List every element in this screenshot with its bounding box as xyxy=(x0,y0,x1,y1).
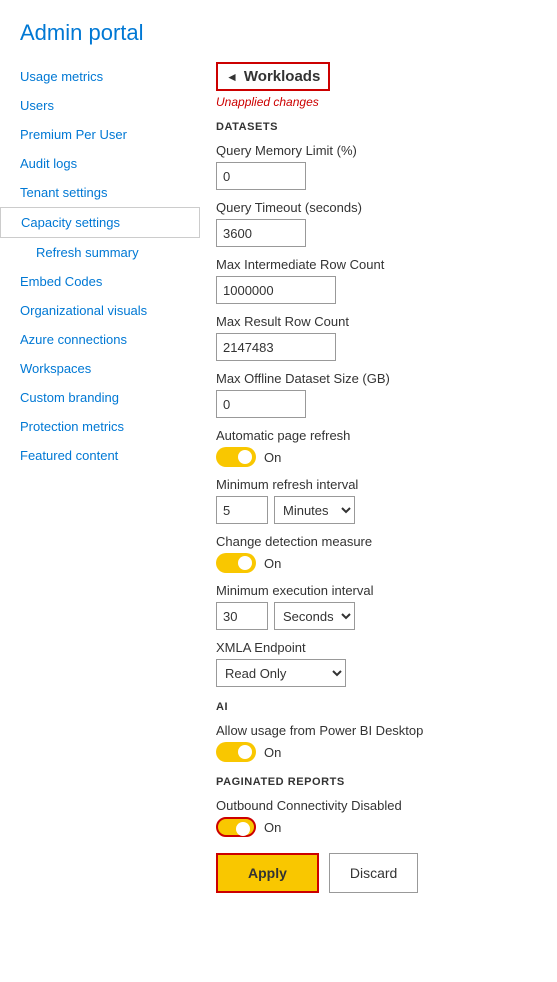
workloads-header[interactable]: ◄ Workloads xyxy=(216,62,330,91)
outbound-connectivity-toggle-row: On xyxy=(216,817,537,837)
minimum-execution-interval-row: Seconds Minutes xyxy=(216,602,537,630)
ai-section-label: AI xyxy=(216,701,537,713)
change-detection-toggle-row: On xyxy=(216,553,537,573)
sidebar-item-organizational-visuals[interactable]: Organizational visuals xyxy=(0,296,200,325)
collapse-arrow-icon: ◄ xyxy=(226,70,238,84)
query-memory-limit-label: Query Memory Limit (%) xyxy=(216,143,537,158)
sidebar-item-users[interactable]: Users xyxy=(0,91,200,120)
max-result-row-input[interactable] xyxy=(216,333,336,361)
query-timeout-label: Query Timeout (seconds) xyxy=(216,200,537,215)
max-offline-dataset-input[interactable] xyxy=(216,390,306,418)
sidebar-item-custom-branding[interactable]: Custom branding xyxy=(0,383,200,412)
automatic-page-refresh-toggle-label: On xyxy=(264,450,281,465)
ai-toggle-row: On xyxy=(216,742,537,762)
outbound-connectivity-toggle-label: On xyxy=(264,820,281,835)
apply-button[interactable]: Apply xyxy=(216,853,319,893)
outbound-connectivity-label: Outbound Connectivity Disabled xyxy=(216,798,537,813)
max-result-row-label: Max Result Row Count xyxy=(216,314,537,329)
page-title: Admin portal xyxy=(0,20,557,62)
change-detection-toggle[interactable] xyxy=(216,553,256,573)
change-detection-toggle-knob xyxy=(238,556,252,570)
discard-button[interactable]: Discard xyxy=(329,853,418,893)
ai-allow-label: Allow usage from Power BI Desktop xyxy=(216,723,537,738)
change-detection-toggle-label: On xyxy=(264,556,281,571)
sidebar-item-usage-metrics[interactable]: Usage metrics xyxy=(0,62,200,91)
refresh-interval-input[interactable] xyxy=(216,496,268,524)
minimum-refresh-interval-label: Minimum refresh interval xyxy=(216,477,537,492)
sidebar-item-featured-content[interactable]: Featured content xyxy=(0,441,200,470)
sidebar-item-premium-per-user[interactable]: Premium Per User xyxy=(0,120,200,149)
unapplied-changes-text: Unapplied changes xyxy=(216,95,537,109)
automatic-page-refresh-label: Automatic page refresh xyxy=(216,428,537,443)
minimum-execution-interval-label: Minimum execution interval xyxy=(216,583,537,598)
sidebar-item-embed-codes[interactable]: Embed Codes xyxy=(0,267,200,296)
ai-toggle[interactable] xyxy=(216,742,256,762)
sidebar-item-azure-connections[interactable]: Azure connections xyxy=(0,325,200,354)
sidebar-item-tenant-settings[interactable]: Tenant settings xyxy=(0,178,200,207)
sidebar-item-capacity-settings[interactable]: Capacity settings xyxy=(0,207,200,238)
sidebar-item-protection-metrics[interactable]: Protection metrics xyxy=(0,412,200,441)
sidebar: Usage metrics Users Premium Per User Aud… xyxy=(0,62,200,913)
action-row: Apply Discard xyxy=(216,853,537,893)
workloads-content: ◄ Workloads Unapplied changes DATASETS Q… xyxy=(200,62,557,913)
xmla-endpoint-select[interactable]: Read Only Read Write Off xyxy=(216,659,346,687)
datasets-section-label: DATASETS xyxy=(216,121,537,133)
sidebar-item-workspaces[interactable]: Workspaces xyxy=(0,354,200,383)
xmla-endpoint-label: XMLA Endpoint xyxy=(216,640,537,655)
max-offline-dataset-label: Max Offline Dataset Size (GB) xyxy=(216,371,537,386)
paginated-reports-section-label: PAGINATED REPORTS xyxy=(216,776,537,788)
change-detection-label: Change detection measure xyxy=(216,534,537,549)
query-timeout-input[interactable] xyxy=(216,219,306,247)
automatic-page-refresh-toggle[interactable] xyxy=(216,447,256,467)
toggle-knob xyxy=(238,450,252,464)
sidebar-item-audit-logs[interactable]: Audit logs xyxy=(0,149,200,178)
automatic-page-refresh-toggle-row: On xyxy=(216,447,537,467)
ai-toggle-knob xyxy=(238,745,252,759)
outbound-connectivity-toggle-knob xyxy=(236,822,250,836)
execution-interval-unit-select[interactable]: Seconds Minutes xyxy=(274,602,355,630)
minimum-refresh-interval-row: Minutes Seconds Hours xyxy=(216,496,537,524)
max-intermediate-row-label: Max Intermediate Row Count xyxy=(216,257,537,272)
refresh-interval-unit-select[interactable]: Minutes Seconds Hours xyxy=(274,496,355,524)
execution-interval-input[interactable] xyxy=(216,602,268,630)
workloads-title: Workloads xyxy=(244,68,320,85)
ai-toggle-label: On xyxy=(264,745,281,760)
query-memory-limit-input[interactable] xyxy=(216,162,306,190)
max-intermediate-row-input[interactable] xyxy=(216,276,336,304)
outbound-connectivity-toggle[interactable] xyxy=(216,817,256,837)
sidebar-item-refresh-summary[interactable]: Refresh summary xyxy=(0,238,200,267)
